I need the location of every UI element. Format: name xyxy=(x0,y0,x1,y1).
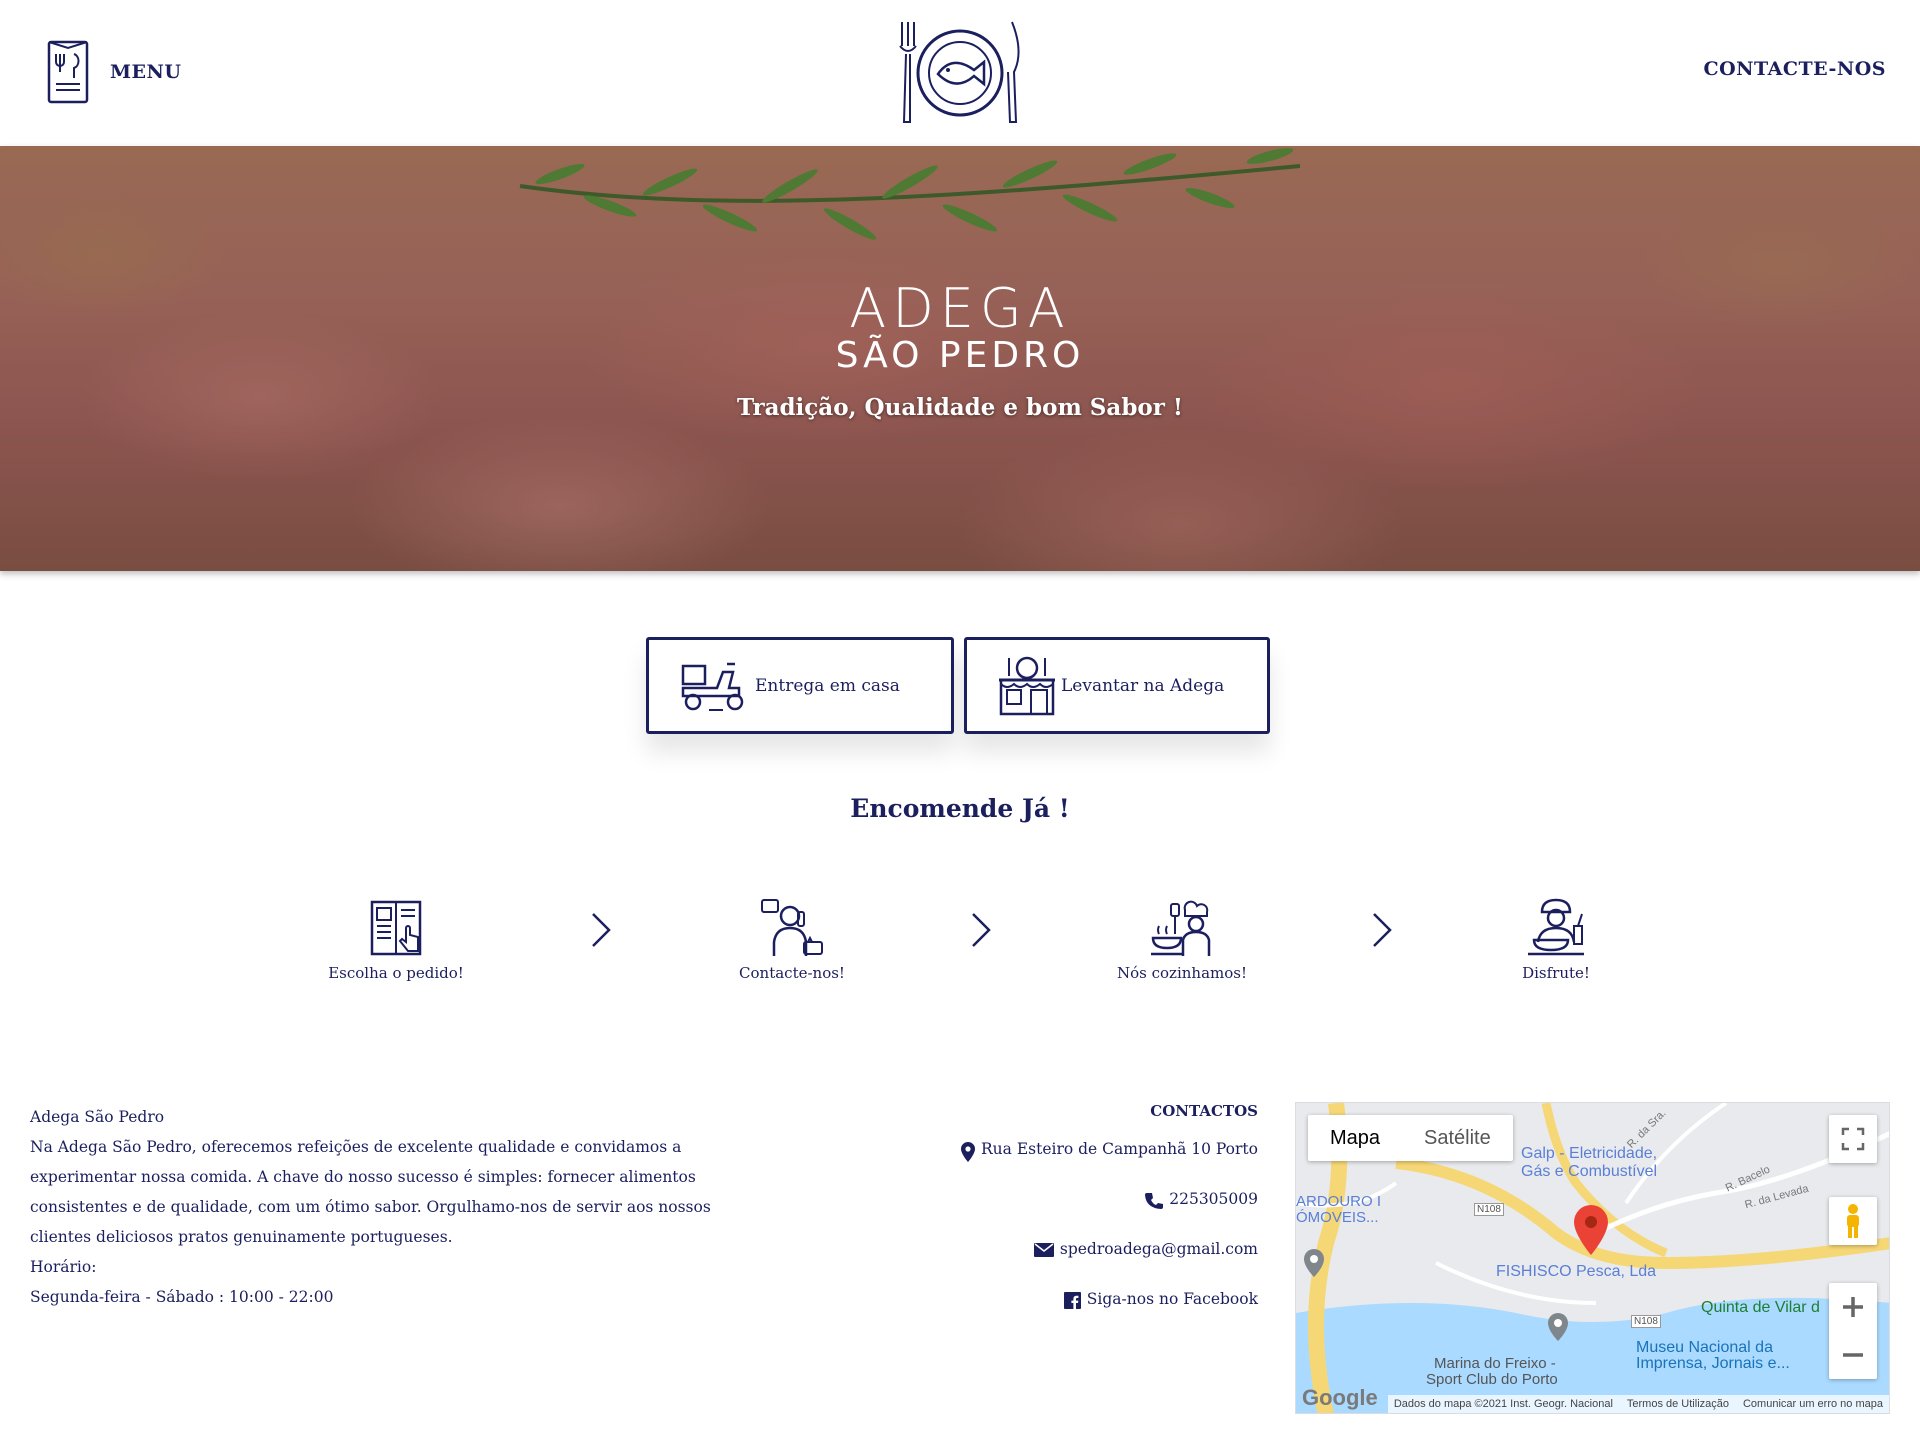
email-row[interactable]: spedroadega@gmail.com xyxy=(961,1240,1258,1290)
map-type-tabs: Mapa Satélite xyxy=(1308,1115,1513,1161)
step-label: Contacte-nos! xyxy=(739,964,845,982)
pickup-button[interactable]: Levantar na Adega xyxy=(964,637,1270,734)
brand-name-line2: SÃO PEDRO xyxy=(835,335,1085,376)
map-label-galp-2: Gás e Combustível xyxy=(1521,1163,1658,1180)
chef-cooking-icon xyxy=(1151,900,1211,956)
phone-contact-icon xyxy=(761,899,823,956)
phone-icon xyxy=(1145,1193,1164,1209)
hero-banner: ADEGA SÃO PEDRO Tradição, Qualidade e bo… xyxy=(0,146,1920,571)
location-map[interactable]: Mapa Satélite Galp - Eletricidade, Gás e… xyxy=(1295,1102,1890,1414)
hours-label: Horário: xyxy=(30,1258,97,1276)
chevron-right-icon xyxy=(972,913,991,947)
fullscreen-button[interactable] xyxy=(1829,1115,1877,1163)
map-label-marina-2: Sport Club do Porto xyxy=(1426,1371,1558,1388)
map-label-marina: Marina do Freixo - xyxy=(1434,1355,1556,1372)
contact-us-link[interactable]: CONTACTE-NOS xyxy=(1703,58,1886,80)
map-tab-map[interactable]: Mapa xyxy=(1308,1115,1402,1161)
menu-link[interactable]: MENU xyxy=(46,38,181,106)
map-road-n108: N108 xyxy=(1474,1203,1504,1216)
map-tab-satellite[interactable]: Satélite xyxy=(1402,1115,1513,1161)
facebook-row[interactable]: Siga-nos no Facebook xyxy=(961,1290,1258,1340)
restaurant-store-icon xyxy=(999,656,1055,715)
map-data-credit: Dados do mapa ©2021 Inst. Geogr. Naciona… xyxy=(1393,1398,1613,1410)
map-label-moveis-2: ÓMOVEIS... xyxy=(1296,1209,1379,1226)
step-enjoy: Disfrute! xyxy=(1456,898,1656,982)
hero-brand: ADEGA SÃO PEDRO xyxy=(0,282,1920,376)
google-logo[interactable]: Google xyxy=(1302,1385,1378,1411)
map-terms-link[interactable]: Termos de Utilização xyxy=(1627,1398,1729,1410)
brand-name-line1: ADEGA xyxy=(849,277,1071,340)
phone-row[interactable]: 225305009 xyxy=(961,1190,1258,1240)
phone-text: 225305009 xyxy=(1169,1190,1258,1208)
street-view-pegman[interactable] xyxy=(1829,1197,1877,1245)
facebook-text: Siga-nos no Facebook xyxy=(1086,1290,1258,1308)
map-label-museu-2: Imprensa, Jornais e... xyxy=(1636,1355,1790,1372)
step-we-cook: Nós cozinhamos! xyxy=(1082,898,1282,982)
step-label: Escolha o pedido! xyxy=(328,964,464,982)
eating-icon xyxy=(1528,898,1584,956)
about-section: Adega São Pedro Na Adega São Pedro, ofer… xyxy=(30,1102,750,1312)
poi-marker-icon xyxy=(1548,1313,1568,1341)
map-label-fishisco: FISHISCO Pesca, Lda xyxy=(1496,1263,1657,1280)
map-footer: Dados do mapa ©2021 Inst. Geogr. Naciona… xyxy=(1387,1395,1889,1413)
map-label-quinta: Quinta de Vilar d xyxy=(1701,1299,1820,1316)
about-description: Na Adega São Pedro, oferecemos refeições… xyxy=(30,1138,711,1246)
step-label: Disfrute! xyxy=(1522,964,1590,982)
zoom-in-icon[interactable] xyxy=(1829,1283,1877,1331)
menu-select-icon xyxy=(370,900,422,956)
map-road-n108-2: N108 xyxy=(1631,1315,1661,1328)
email-text: spedroadega@gmail.com xyxy=(1059,1240,1258,1258)
hours-value: Segunda-feira - Sábado : 10:00 - 22:00 xyxy=(30,1288,334,1306)
step-label: Nós cozinhamos! xyxy=(1117,964,1247,982)
zoom-controls xyxy=(1829,1283,1877,1379)
map-marker-icon xyxy=(961,1142,975,1162)
pickup-label: Levantar na Adega xyxy=(1061,675,1225,696)
address-row: Rua Esteiro de Campanhã 10 Porto xyxy=(961,1140,1258,1190)
plate-fish-cutlery-logo[interactable] xyxy=(890,18,1030,128)
order-now-heading: Encomende Já ! xyxy=(850,794,1070,823)
map-report-link[interactable]: Comunicar um erro no mapa xyxy=(1743,1398,1883,1410)
restaurant-name: Adega São Pedro xyxy=(30,1108,165,1126)
contacts-section: CONTACTOS Rua Esteiro de Campanhã 10 Por… xyxy=(961,1102,1258,1340)
facebook-icon xyxy=(1063,1292,1081,1309)
pegman-icon xyxy=(1847,1204,1859,1238)
map-label-moveis: ARDOURO I xyxy=(1296,1193,1382,1210)
contacts-title: CONTACTOS xyxy=(1150,1102,1258,1120)
menu-label: MENU xyxy=(110,61,182,83)
fullscreen-icon xyxy=(1841,1127,1865,1151)
site-header: MENU CONTACTE-NOS xyxy=(0,0,1920,146)
address-text: Rua Esteiro de Campanhã 10 Porto xyxy=(981,1140,1258,1158)
step-choose-order: Escolha o pedido! xyxy=(296,898,496,982)
zoom-out-icon[interactable] xyxy=(1829,1331,1877,1379)
poi-marker-icon xyxy=(1304,1249,1324,1277)
chevron-right-icon xyxy=(1373,913,1392,947)
envelope-icon xyxy=(1033,1243,1054,1257)
home-delivery-label: Entrega em casa xyxy=(755,675,900,696)
location-pin-icon[interactable] xyxy=(1574,1205,1608,1255)
step-contact-us: Contacte-nos! xyxy=(692,898,892,982)
map-label-galp: Galp - Eletricidade, xyxy=(1521,1145,1658,1162)
delivery-scooter-icon xyxy=(681,662,744,711)
menu-book-icon xyxy=(47,40,89,104)
home-delivery-button[interactable]: Entrega em casa xyxy=(646,637,954,734)
hero-tagline: Tradição, Qualidade e bom Sabor ! xyxy=(737,394,1183,421)
order-options: Entrega em casa Levantar na Adega xyxy=(646,637,1270,734)
rosemary-herb-decoration xyxy=(519,148,1301,240)
chevron-right-icon xyxy=(592,913,611,947)
